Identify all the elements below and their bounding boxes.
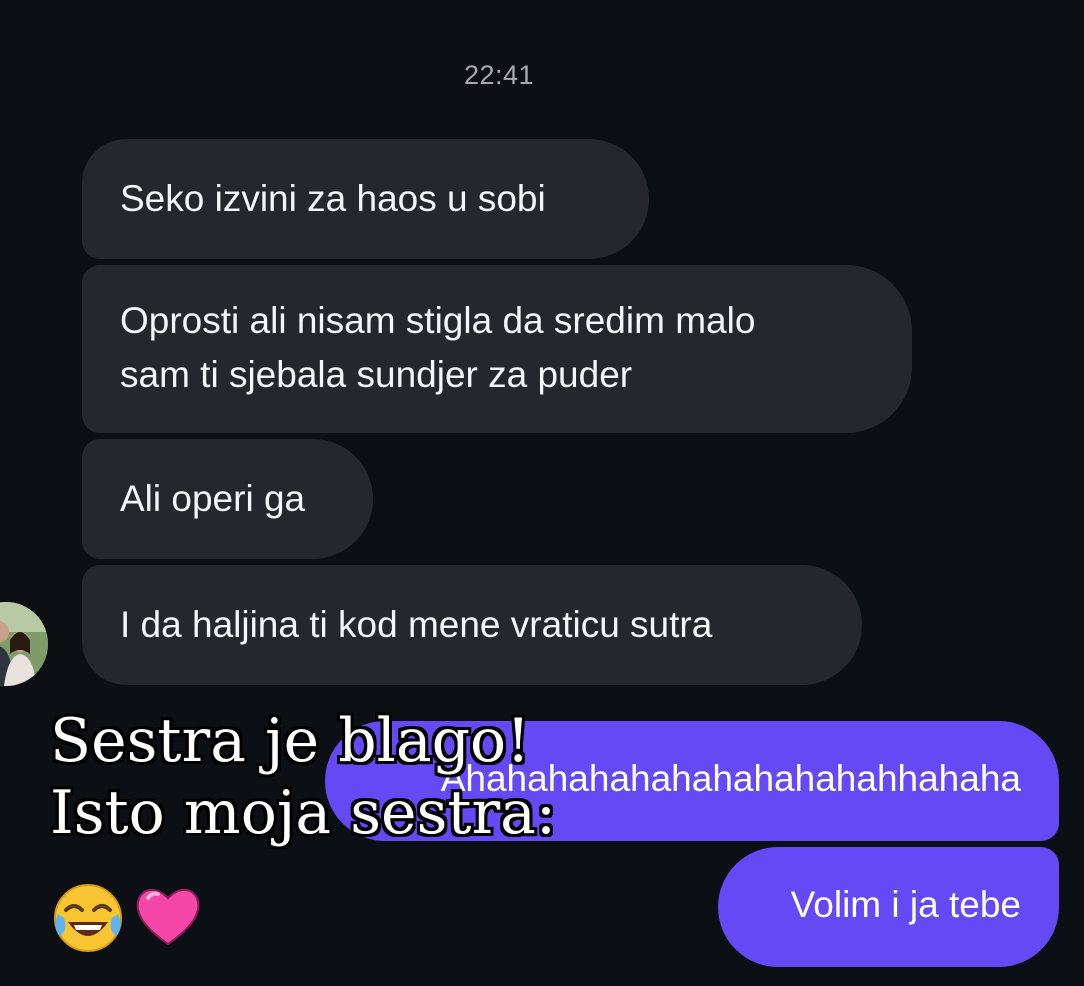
face-with-tears-of-joy-icon	[54, 884, 122, 952]
message-text-line: Oprosti ali nisam stigla da sredim malo	[120, 300, 756, 341]
incoming-message[interactable]: Seko izvini za haos u sobi	[82, 139, 649, 259]
caption-emojis	[50, 880, 204, 956]
message-text: Ali operi ga	[120, 478, 306, 519]
pink-heart-icon	[136, 888, 200, 946]
message-text: Volim i ja tebe	[790, 884, 1021, 925]
incoming-message[interactable]: Oprosti ali nisam stigla da sredim malo …	[82, 265, 912, 433]
caption-line: Isto moja sestra:	[50, 778, 557, 848]
meme-caption: Sestra je blago! Isto moja sestra:	[50, 705, 556, 849]
message-text: I da haljina ti kod mene vraticu sutra	[120, 604, 713, 645]
avatar-photo-icon	[0, 602, 48, 686]
sender-avatar[interactable]	[0, 600, 50, 688]
incoming-message[interactable]: Ali operi ga	[82, 439, 373, 559]
message-timestamp: 22:41	[463, 60, 535, 90]
caption-line: Sestra je blago!	[50, 706, 531, 776]
message-text-line: sam ti sjebala sundjer za puder	[120, 354, 633, 395]
outgoing-message[interactable]: Volim i ja tebe	[718, 847, 1059, 967]
incoming-message[interactable]: I da haljina ti kod mene vraticu sutra	[82, 565, 862, 685]
message-text: Seko izvini za haos u sobi	[120, 178, 546, 219]
